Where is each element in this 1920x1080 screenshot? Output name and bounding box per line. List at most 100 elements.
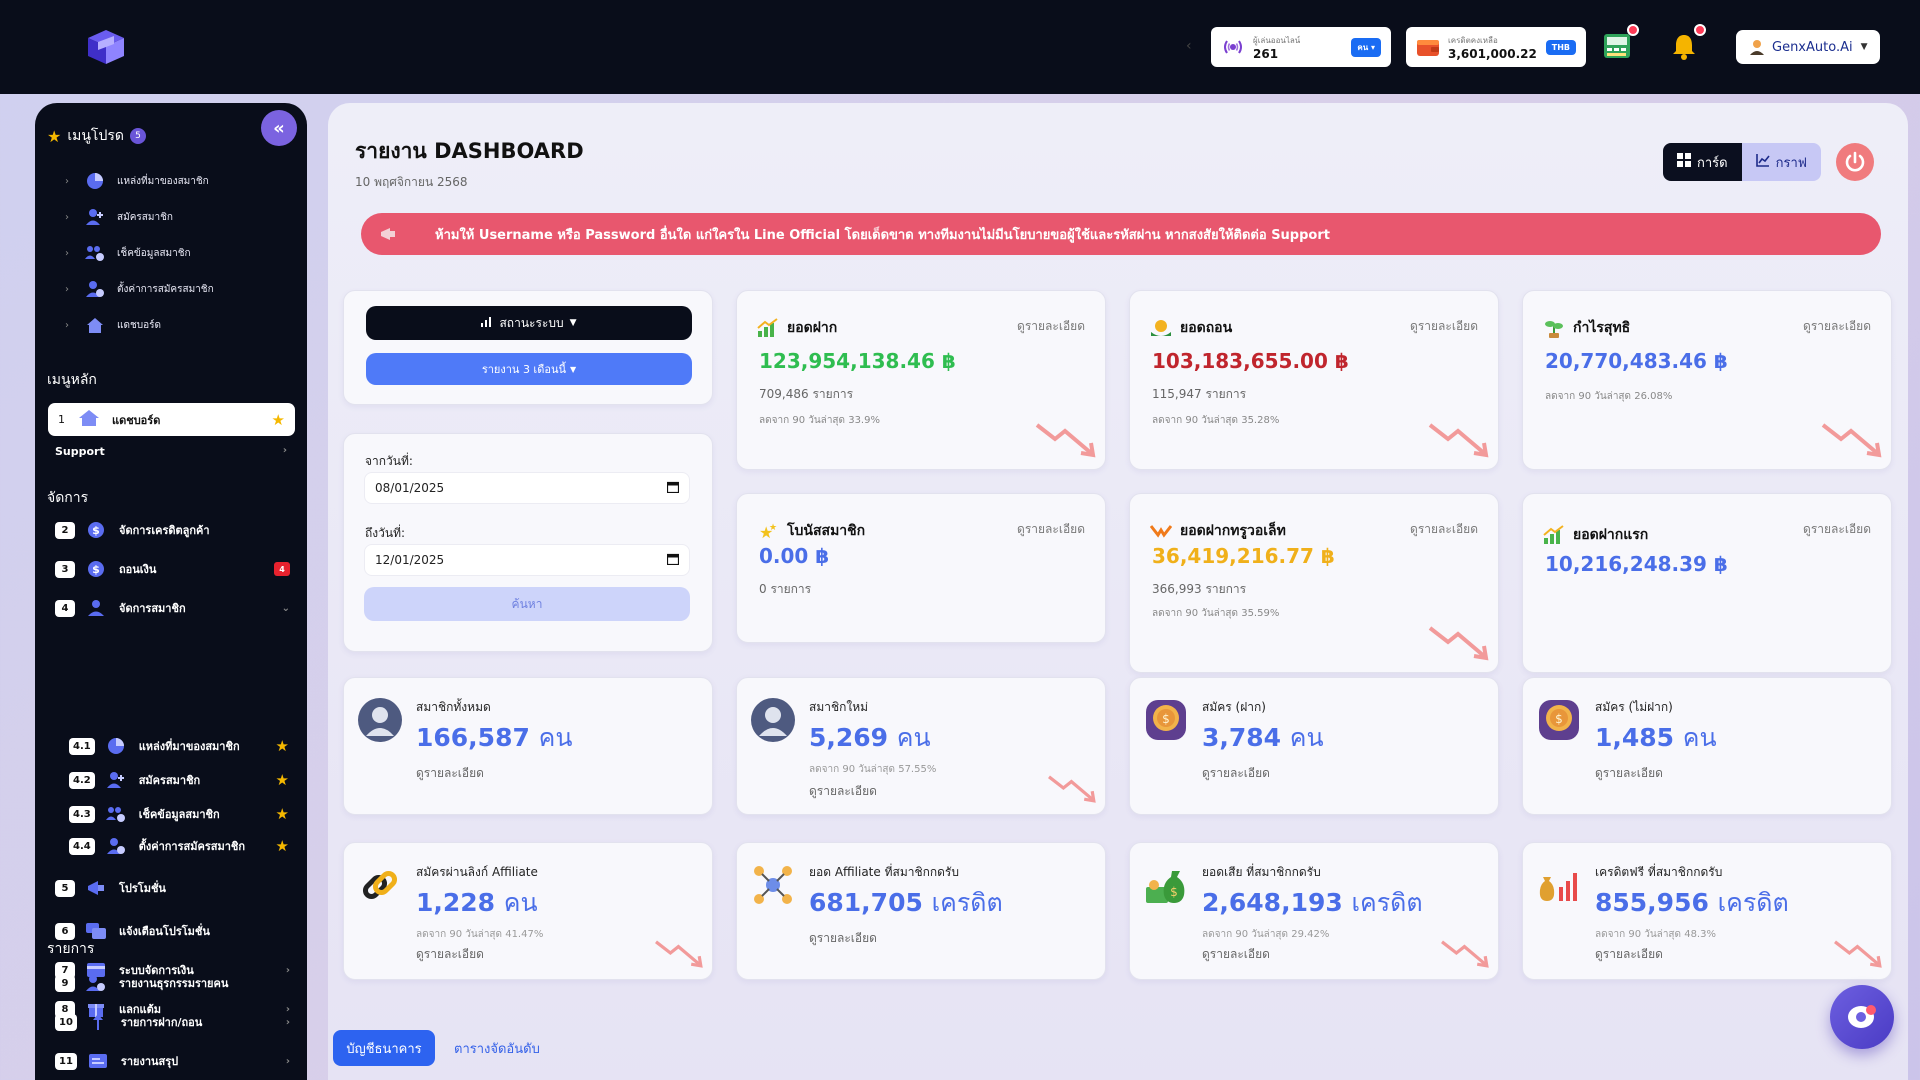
chat-bubble-icon — [1848, 1005, 1876, 1028]
stat-card-truewallet[interactable]: ยอดฝากทรูวอเล็ท ดูรายละเอียด 36,419,216.… — [1129, 493, 1499, 673]
member-label: สมัคร (ฝาก) — [1202, 700, 1266, 714]
view-details-link[interactable]: ดูรายละเอียด — [1803, 317, 1871, 336]
member-number: 2,648,193 — [1202, 888, 1343, 917]
view-details-link[interactable]: ดูรายละเอียด — [1595, 945, 1663, 964]
sidebar-item-deposit-withdraw[interactable]: 10 รายการฝาก/ถอน › — [55, 1010, 290, 1034]
favorite-item-check-member[interactable]: › เช็คข้อมูลสมาชิก — [65, 235, 285, 271]
sidebar-collapse-button[interactable]: « — [261, 110, 297, 146]
member-card-free-credit[interactable]: เครดิตฟรี ที่สมาชิกกดรับ 855,956 เครดิต … — [1522, 842, 1892, 980]
view-details-link[interactable]: ดูรายละเอียด — [1803, 520, 1871, 539]
sidebar-item-dashboard[interactable]: 1 แดชบอร์ด ★ — [48, 403, 295, 436]
calendar-icon[interactable] — [666, 481, 680, 496]
sidebar-subitem-register-settings[interactable]: 4.4 ตั้งค่าการสมัครสมาชิก ★ — [69, 834, 289, 858]
member-value: 2,648,193 เครดิต — [1202, 883, 1423, 923]
favorite-star-icon[interactable]: ★ — [276, 737, 289, 755]
favorites-header: ★ เมนูโปรด 5 — [47, 125, 146, 147]
sidebar-subitem-check-member[interactable]: 4.3 เช็คข้อมูลสมาชิก ★ — [69, 802, 289, 826]
stat-percent: ลดจาก 90 วันล่าสุด 26.08% — [1545, 391, 1673, 402]
sidebar-subitem-register[interactable]: 4.2 สมัครสมาชิก ★ — [69, 768, 289, 792]
view-details-link[interactable]: ดูรายละเอียด — [416, 945, 484, 964]
svg-text:$: $ — [1162, 712, 1170, 726]
member-card-affiliate-register[interactable]: สมัครผ่านลิงก์ Affiliate 1,228 คน ลดจาก … — [343, 842, 713, 980]
view-details-link[interactable]: ดูรายละเอียด — [1595, 764, 1663, 783]
cashier-icon — [1604, 34, 1630, 58]
view-details-link[interactable]: ดูรายละเอียด — [809, 782, 877, 801]
sidebar-subitem-member-source[interactable]: 4.1 แหล่งที่มาของสมาชิก ★ — [69, 734, 289, 758]
member-card-total[interactable]: สมาชิกทั้งหมด 166,587 คน ดูรายละเอียด — [343, 677, 713, 815]
topbar-chevron-left-icon[interactable]: ‹ — [1186, 38, 1192, 54]
wallet-icon — [1416, 35, 1440, 59]
view-details-link[interactable]: ดูรายละเอียด — [1017, 317, 1085, 336]
sidebar-item-manage-members[interactable]: 4 จัดการสมาชิก ⌄ — [55, 596, 290, 620]
view-card-button[interactable]: การ์ด — [1663, 143, 1742, 181]
sidebar-item-summary[interactable]: 11 รายงานสรุป › — [55, 1049, 290, 1073]
online-unit-select[interactable]: คน ▾ — [1351, 37, 1381, 57]
stat-card-bonus[interactable]: ★ ★ โบนัสสมาชิก ดูรายละเอียด 0.00 ฿ 0 ราย… — [736, 493, 1106, 643]
chat-support-button[interactable] — [1830, 985, 1894, 1049]
view-details-link[interactable]: ดูรายละเอียด — [1410, 317, 1478, 336]
member-value: 3,784 คน — [1202, 718, 1324, 758]
logout-button[interactable] — [1836, 143, 1874, 181]
view-details-link[interactable]: ดูรายละเอียด — [1410, 520, 1478, 539]
member-value: 166,587 คน — [416, 718, 572, 758]
date-filter-panel: จากวันที่: 08/01/2025 ถึงวันที่: 12/01/2… — [343, 433, 713, 652]
favorite-star-icon[interactable]: ★ — [276, 837, 289, 855]
favorite-item-dashboard[interactable]: › แดชบอร์ด — [65, 307, 285, 343]
calendar-icon[interactable] — [666, 553, 680, 568]
trend-down-icon — [1834, 940, 1882, 968]
tab-bank-accounts[interactable]: บัญชีธนาคาร — [333, 1030, 435, 1066]
notification-button[interactable] — [1668, 24, 1706, 62]
report-range-button[interactable]: รายงาน 3 เดือนนี้ ▼ — [366, 353, 692, 385]
stat-card-deposit[interactable]: ยอดฝาก ดูรายละเอียด 123,954,138.46 ฿ 709… — [736, 290, 1106, 470]
system-status-button[interactable]: สถานะระบบ ▼ — [366, 306, 692, 340]
menu-number: 9 — [55, 974, 75, 992]
favorite-star-icon[interactable]: ★ — [276, 771, 289, 789]
view-details-link[interactable]: ดูรายละเอียด — [809, 929, 877, 948]
broadcast-icon — [1221, 35, 1245, 59]
sidebar-item-promotion[interactable]: 5 โปรโมชั่น — [55, 876, 290, 900]
logo-icon[interactable] — [84, 28, 130, 66]
sidebar-item-credit[interactable]: 2 $ จัดการเครดิตลูกค้า — [55, 518, 290, 542]
favorite-star-icon[interactable]: ★ — [276, 805, 289, 823]
tab-ranking[interactable]: ตารางจัดอันดับ — [454, 1030, 540, 1066]
main-menu-title: เมนูหลัก — [47, 372, 97, 388]
user-menu[interactable]: GenxAuto.Ai ▼ — [1736, 30, 1880, 64]
view-details-link[interactable]: ดูรายละเอียด — [1202, 764, 1270, 783]
member-card-loss-credit[interactable]: $ ยอดเสีย ที่สมาชิกกดรับ 2,648,193 เครดิ… — [1129, 842, 1499, 980]
truewallet-icon — [1150, 520, 1172, 542]
menu-number: 3 — [55, 560, 75, 578]
favorite-item-member-source[interactable]: › แหล่งที่มาของสมาชิก — [65, 163, 285, 199]
favorite-star-icon[interactable]: ★ — [272, 411, 285, 429]
sidebar-item-support[interactable]: Support › — [55, 445, 287, 458]
member-card-new[interactable]: สมาชิกใหม่ 5,269 คน ลดจาก 90 วันล่าสุด 5… — [736, 677, 1106, 815]
view-graph-button[interactable]: กราฟ — [1741, 143, 1821, 181]
favorite-item-register-settings[interactable]: › ตั้งค่าการสมัครสมาชิก — [65, 271, 285, 307]
trend-down-icon — [655, 940, 703, 968]
svg-text:$: $ — [1170, 885, 1178, 899]
member-card-register-deposit[interactable]: $ สมัคร (ฝาก) 3,784 คน ดูรายละเอียด — [1129, 677, 1499, 815]
member-card-register-no-deposit[interactable]: $ สมัคร (ไม่ฝาก) 1,485 คน ดูรายละเอียด — [1522, 677, 1892, 815]
view-graph-label: กราฟ — [1775, 155, 1807, 171]
caret-down-icon: ▼ — [569, 318, 577, 328]
from-date-input[interactable]: 08/01/2025 — [364, 472, 690, 504]
member-card-affiliate-credit[interactable]: ยอด Affiliate ที่สมาชิกกดรับ 681,705 เคร… — [736, 842, 1106, 980]
favorite-label: ตั้งค่าการสมัครสมาชิก — [117, 283, 214, 295]
search-button[interactable]: ค้นหา — [364, 587, 690, 621]
view-details-link[interactable]: ดูรายละเอียด — [1202, 945, 1270, 964]
view-details-link[interactable]: ดูรายละเอียด — [1017, 520, 1085, 539]
to-date-input[interactable]: 12/01/2025 — [364, 544, 690, 576]
sidebar-item-transactions[interactable]: 9 รายงานธุรกรรมรายคน — [55, 971, 290, 995]
coin-badge-icon: $ — [1146, 700, 1186, 740]
member-label: สมัคร (ไม่ฝาก) — [1595, 700, 1673, 714]
stat-card-withdraw[interactable]: ยอดถอน ดูรายละเอียด 103,183,655.00 ฿ 115… — [1129, 290, 1499, 470]
sidebar: « ★ เมนูโปรด 5 › แหล่งที่มาของสมาชิก › ส… — [35, 103, 307, 1080]
stat-card-first-deposit[interactable]: ยอดฝากแรก ดูรายละเอียด 10,216,248.39 ฿ — [1522, 493, 1892, 673]
cashier-button[interactable] — [1601, 24, 1639, 62]
view-details-link[interactable]: ดูรายละเอียด — [416, 764, 484, 783]
favorite-item-register[interactable]: › สมัครสมาชิก — [65, 199, 285, 235]
member-unit: เครดิต — [1717, 888, 1789, 917]
sidebar-item-withdraw[interactable]: 3 $ ถอนเงิน 4 — [55, 557, 290, 581]
menu-label: โปรโมชั่น — [119, 882, 166, 895]
stat-card-profit[interactable]: กำไรสุทธิ ดูรายละเอียด 20,770,483.46 ฿ ล… — [1522, 290, 1892, 470]
link-icon — [362, 870, 398, 900]
